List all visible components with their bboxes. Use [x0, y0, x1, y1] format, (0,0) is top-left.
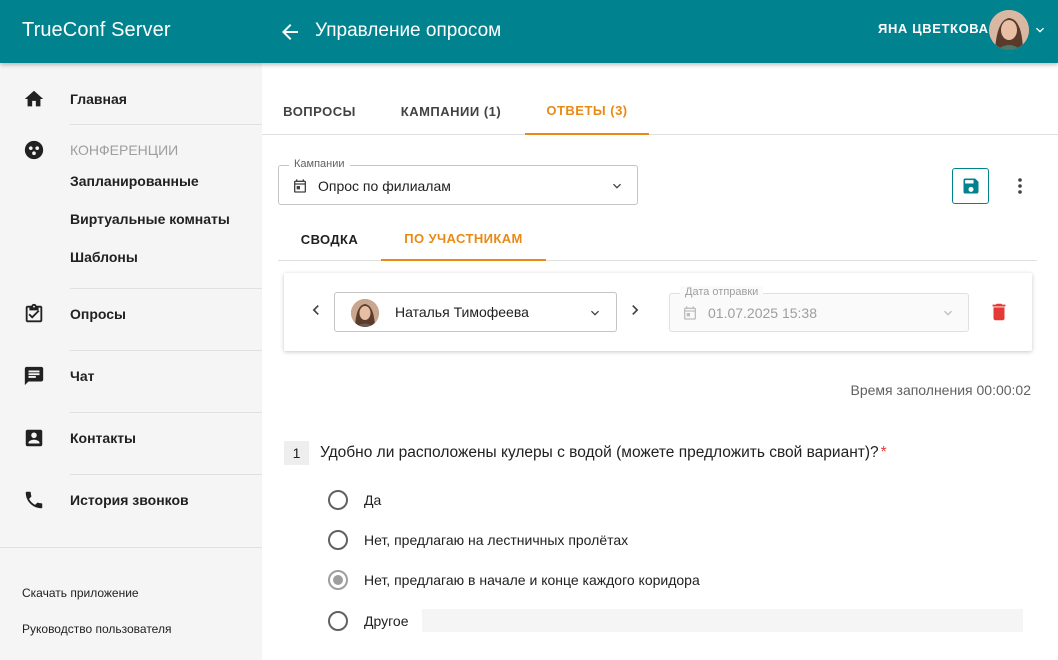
- sidebar-item-label: Чат: [70, 368, 95, 384]
- sidebar-item-call-history[interactable]: История звонков: [0, 482, 262, 518]
- tab-campaigns[interactable]: КАМПАНИИ (1): [377, 87, 525, 135]
- tab-answers[interactable]: ОТВЕТЫ (3): [525, 87, 649, 135]
- sidebar-item-conferences[interactable]: КОНФЕРЕНЦИИ: [0, 132, 262, 168]
- poll-icon: [23, 303, 45, 325]
- app-header: TrueConf Server Управление опросом ЯНА Ц…: [0, 0, 1058, 63]
- divider: [70, 124, 267, 125]
- participant-select[interactable]: Наталья Тимофеева: [334, 292, 617, 332]
- sidebar-item-label: Контакты: [70, 430, 137, 446]
- campaign-select[interactable]: Кампании Опрос по филиалам: [278, 158, 638, 205]
- divider: [70, 474, 267, 475]
- campaign-select-label: Кампании: [289, 158, 350, 170]
- main-tabs: ВОПРОСЫ КАМПАНИИ (1) ОТВЕТЫ (3): [262, 87, 1058, 135]
- divider: [70, 288, 267, 289]
- other-answer-input[interactable]: [422, 609, 1023, 632]
- chevron-left-icon[interactable]: [306, 300, 326, 320]
- user-name[interactable]: ЯНА ЦВЕТКОВА: [878, 21, 989, 36]
- page-title: Управление опросом: [315, 20, 502, 41]
- answer-option-label: Нет, предлагаю на лестничных пролётах: [364, 532, 629, 548]
- phone-icon: [23, 489, 45, 511]
- sidebar-subitem-scheduled[interactable]: Запланированные: [70, 173, 199, 189]
- divider: [70, 350, 267, 351]
- required-mark: *: [880, 444, 887, 461]
- answer-option[interactable]: Другое: [328, 609, 408, 633]
- download-app-link[interactable]: Скачать приложение: [22, 586, 139, 600]
- question-text: Удобно ли расположены кулеры с водой (мо…: [320, 444, 887, 462]
- sidebar: Главная КОНФЕРЕНЦИИ Запланированные Вирт…: [0, 63, 267, 660]
- sidebar-item-contacts[interactable]: Контакты: [0, 420, 262, 456]
- sidebar-item-polls[interactable]: Опросы: [0, 296, 262, 332]
- chevron-down-icon: [609, 178, 625, 194]
- tab-by-participants[interactable]: ПО УЧАСТНИКАМ: [381, 217, 546, 261]
- answer-option-label: Нет, предлагаю в начале и конце каждого …: [364, 572, 700, 588]
- sidebar-section-label: КОНФЕРЕНЦИИ: [70, 142, 179, 158]
- answer-option[interactable]: Нет, предлагаю на лестничных пролётах: [328, 528, 628, 552]
- chevron-right-icon[interactable]: [625, 300, 645, 320]
- home-icon: [23, 88, 45, 110]
- user-guide-link[interactable]: Руководство пользователя: [22, 622, 171, 636]
- more-vert-icon[interactable]: [1008, 173, 1032, 199]
- participant-name: Наталья Тимофеева: [395, 304, 529, 320]
- fill-time: Время заполнения 00:00:02: [850, 382, 1031, 398]
- chat-icon: [23, 365, 45, 387]
- campaign-select-value: Опрос по филиалам: [318, 178, 451, 194]
- save-icon: [963, 178, 979, 194]
- response-card: Наталья Тимофеева Дата отправки 01.07.20…: [284, 273, 1032, 351]
- contacts-icon: [23, 427, 45, 449]
- chevron-down-icon: [940, 305, 956, 321]
- answer-option[interactable]: Да: [328, 488, 381, 512]
- sidebar-item-label: Главная: [70, 91, 127, 107]
- calendar-icon: [682, 305, 698, 321]
- submission-date-field: Дата отправки 01.07.2025 15:38: [669, 286, 969, 332]
- save-button[interactable]: [952, 168, 989, 204]
- participant-avatar: [351, 299, 379, 327]
- user-avatar[interactable]: [989, 10, 1029, 50]
- sidebar-subitem-templates[interactable]: Шаблоны: [70, 249, 138, 265]
- sidebar-item-chat[interactable]: Чат: [0, 358, 262, 394]
- conference-icon: [23, 139, 45, 161]
- divider: [0, 547, 262, 548]
- radio-button[interactable]: [328, 611, 348, 631]
- answer-option[interactable]: Нет, предлагаю в начале и конце каждого …: [328, 568, 700, 592]
- divider: [70, 412, 267, 413]
- answer-option-label: Другое: [364, 613, 409, 629]
- sidebar-item-home[interactable]: Главная: [0, 81, 262, 117]
- chevron-down-icon[interactable]: [1032, 22, 1048, 38]
- submission-date-value: 01.07.2025 15:38: [708, 305, 817, 321]
- main-content: ВОПРОСЫ КАМПАНИИ (1) ОТВЕТЫ (3) Кампании…: [262, 63, 1058, 660]
- radio-button-checked[interactable]: [328, 570, 348, 590]
- tab-summary[interactable]: СВОДКА: [278, 217, 381, 261]
- app-brand[interactable]: TrueConf Server: [22, 19, 171, 42]
- question-text-content: Удобно ли расположены кулеры с водой (мо…: [320, 444, 879, 461]
- sidebar-item-label: Опросы: [70, 306, 127, 322]
- back-arrow-icon[interactable]: [278, 20, 302, 44]
- radio-button[interactable]: [328, 530, 348, 550]
- sidebar-item-label: История звонков: [70, 492, 189, 508]
- answer-subtabs: СВОДКА ПО УЧАСТНИКАМ: [278, 217, 1037, 261]
- chevron-down-icon: [587, 305, 603, 321]
- tab-questions[interactable]: ВОПРОСЫ: [262, 87, 377, 135]
- submission-date-label: Дата отправки: [680, 286, 764, 298]
- question-number: 1: [284, 441, 309, 465]
- sidebar-subitem-virtual-rooms[interactable]: Виртуальные комнаты: [70, 211, 230, 227]
- answer-option-label: Да: [364, 492, 382, 508]
- calendar-icon: [292, 178, 308, 194]
- radio-button[interactable]: [328, 490, 348, 510]
- delete-icon[interactable]: [988, 300, 1010, 324]
